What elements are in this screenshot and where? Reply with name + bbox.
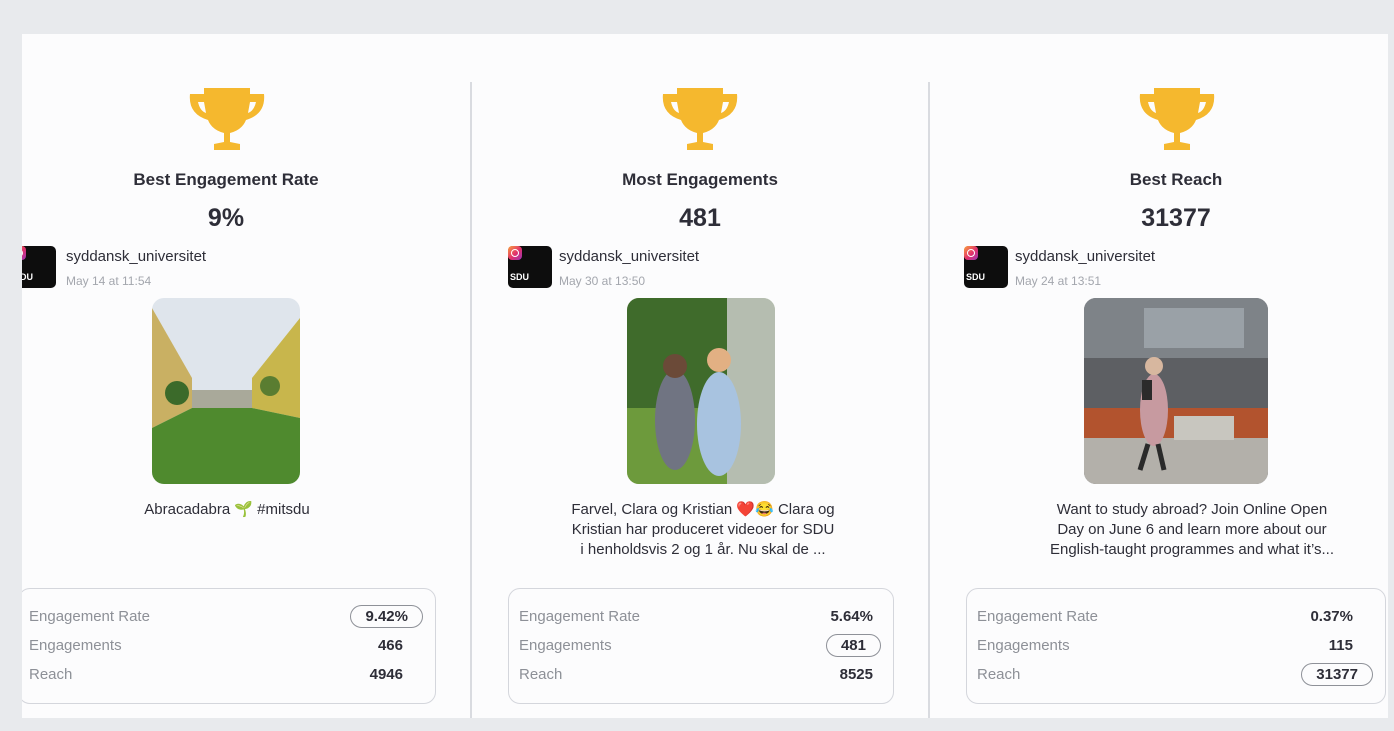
stat-value: 5.64% [830, 608, 873, 625]
top-posts-panel: Best Engagement Rate 9% SDU syddansk_uni… [22, 34, 1388, 718]
stat-row-engagements: Engagements 466 [29, 634, 423, 658]
stat-value: 31377 [1301, 663, 1373, 686]
stats-box: Engagement Rate 0.37% Engagements 115 Re… [966, 588, 1386, 704]
instagram-icon [22, 246, 26, 260]
account-handle[interactable]: syddansk_universitet [66, 248, 206, 265]
best-engagement-rate-card: Best Engagement Rate 9% SDU syddansk_uni… [22, 34, 462, 718]
stat-row-engagement-rate: Engagement Rate 0.37% [977, 605, 1373, 629]
card-value: 481 [679, 204, 721, 232]
post-caption: Abracadabra 🌱 #mitsdu [144, 501, 310, 518]
card-value: 9% [207, 204, 245, 232]
stat-value: 115 [1328, 637, 1353, 654]
card-value: 31377 [1141, 204, 1211, 232]
stat-label: Reach [977, 666, 1021, 683]
card-divider [470, 82, 472, 718]
avatar-logo-text: SDU [966, 272, 986, 282]
stat-row-engagement-rate: Engagement Rate 9.42% [29, 605, 423, 629]
avatar[interactable]: SDU [22, 246, 56, 288]
stat-row-reach: Reach 8525 [519, 663, 881, 687]
stat-value: 466 [377, 637, 403, 654]
post-date: May 24 at 13:51 [1015, 274, 1102, 288]
post-caption: Want to study abroad? Join Online Open D… [1049, 501, 1335, 558]
post-image[interactable] [1084, 298, 1268, 484]
trophy-icon [1139, 88, 1215, 150]
stat-label: Engagements [977, 637, 1070, 654]
avatar[interactable]: SDU [508, 246, 552, 288]
stat-value: 4946 [369, 666, 403, 683]
card-title: Best Reach [1129, 170, 1223, 189]
card-title: Most Engagements [622, 170, 778, 189]
stat-label: Engagement Rate [977, 608, 1098, 625]
post-caption: Farvel, Clara og Kristian ❤️😂 Clara og K… [571, 501, 835, 558]
post-date: May 14 at 11:54 [66, 274, 152, 288]
trophy-icon [662, 88, 738, 150]
stat-value: 8525 [839, 666, 873, 683]
post-image[interactable] [152, 298, 300, 484]
stat-label: Engagement Rate [29, 608, 150, 625]
stat-row-reach: Reach 4946 [29, 663, 423, 687]
best-reach-card: Best Reach 31377 SDU syddansk_universite… [938, 34, 1386, 718]
stat-label: Engagement Rate [519, 608, 640, 625]
most-engagements-card: Most Engagements 481 SDU syddansk_univer… [482, 34, 922, 718]
stat-row-engagements: Engagements 115 [977, 634, 1373, 658]
stat-label: Reach [29, 666, 73, 683]
stat-label: Engagements [519, 637, 612, 654]
account-handle[interactable]: syddansk_universitet [1015, 248, 1155, 265]
avatar-logo-text: SDU [22, 272, 34, 282]
stat-value: 0.37% [1310, 608, 1353, 625]
post-date: May 30 at 13:50 [559, 274, 646, 288]
stat-label: Engagements [29, 637, 122, 654]
avatar-logo-text: SDU [510, 272, 530, 282]
stat-value: 481 [825, 634, 881, 657]
stat-row-reach: Reach 31377 [977, 663, 1373, 687]
account-handle[interactable]: syddansk_universitet [559, 248, 699, 265]
trophy-icon [189, 88, 265, 150]
stats-box: Engagement Rate 9.42% Engagements 466 Re… [22, 588, 436, 704]
stats-box: Engagement Rate 5.64% Engagements 481 Re… [508, 588, 894, 704]
stat-value: 9.42% [350, 605, 423, 628]
instagram-icon [964, 246, 978, 260]
stat-label: Reach [519, 666, 563, 683]
card-divider [928, 82, 930, 718]
instagram-icon [508, 246, 522, 260]
stat-row-engagement-rate: Engagement Rate 5.64% [519, 605, 881, 629]
stat-row-engagements: Engagements 481 [519, 634, 881, 658]
post-image[interactable] [627, 298, 775, 484]
card-title: Best Engagement Rate [133, 170, 319, 189]
avatar[interactable]: SDU [964, 246, 1008, 288]
